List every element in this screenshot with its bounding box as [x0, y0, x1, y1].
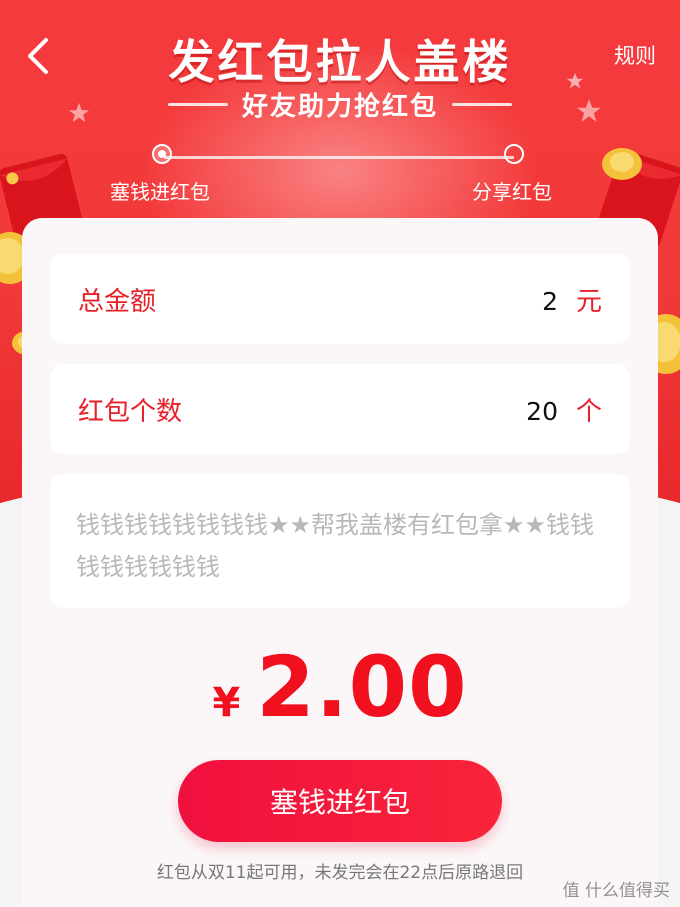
- rules-link[interactable]: 规则: [614, 40, 656, 70]
- step-dot-inactive: [504, 144, 524, 164]
- envelope-count-field[interactable]: 红包个数 20 个: [50, 364, 630, 454]
- message-textarea[interactable]: 钱钱钱钱钱钱钱钱★★帮我盖楼有红包拿★★钱钱钱钱钱钱钱钱: [50, 474, 630, 608]
- currency-symbol: ¥: [212, 680, 241, 726]
- envelope-count-value-group: 20 个: [526, 391, 602, 428]
- form-card: 总金额 2 元 红包个数 20 个 钱钱钱钱钱钱钱钱★★帮我盖楼有红包拿★★钱钱…: [22, 218, 658, 907]
- total-amount-label: 总金额: [78, 286, 157, 317]
- progress-steps: 塞钱进红包 分享红包: [100, 140, 580, 210]
- amount-display: ¥ 2.00: [22, 638, 658, 736]
- envelope-count-unit: 个: [575, 396, 602, 427]
- watermark: 值 什么值得买: [563, 876, 670, 901]
- subtitle-row: 好友助力抢红包: [0, 86, 680, 123]
- total-amount-field[interactable]: 总金额 2 元: [50, 254, 630, 344]
- step-label-share: 分享红包: [472, 180, 552, 204]
- envelope-count-input[interactable]: 20: [526, 397, 558, 426]
- step-dot-active: [152, 144, 172, 164]
- envelope-count-label: 红包个数: [78, 396, 183, 427]
- subtitle-divider-right: [452, 103, 512, 106]
- step-connector: [164, 156, 514, 159]
- amount-value: 2.00: [256, 638, 468, 736]
- step-label-fill: 塞钱进红包: [110, 180, 210, 204]
- total-amount-input[interactable]: 2: [542, 287, 558, 316]
- page-subtitle: 好友助力抢红包: [241, 92, 438, 122]
- total-amount-unit: 元: [575, 286, 602, 317]
- subtitle-divider-left: [167, 103, 228, 106]
- submit-button[interactable]: 塞钱进红包: [178, 760, 502, 842]
- watermark-text: 值 什么值得买: [562, 881, 670, 901]
- total-amount-value-group: 2 元: [542, 281, 602, 318]
- page-title: 发红包拉人盖楼: [168, 35, 512, 89]
